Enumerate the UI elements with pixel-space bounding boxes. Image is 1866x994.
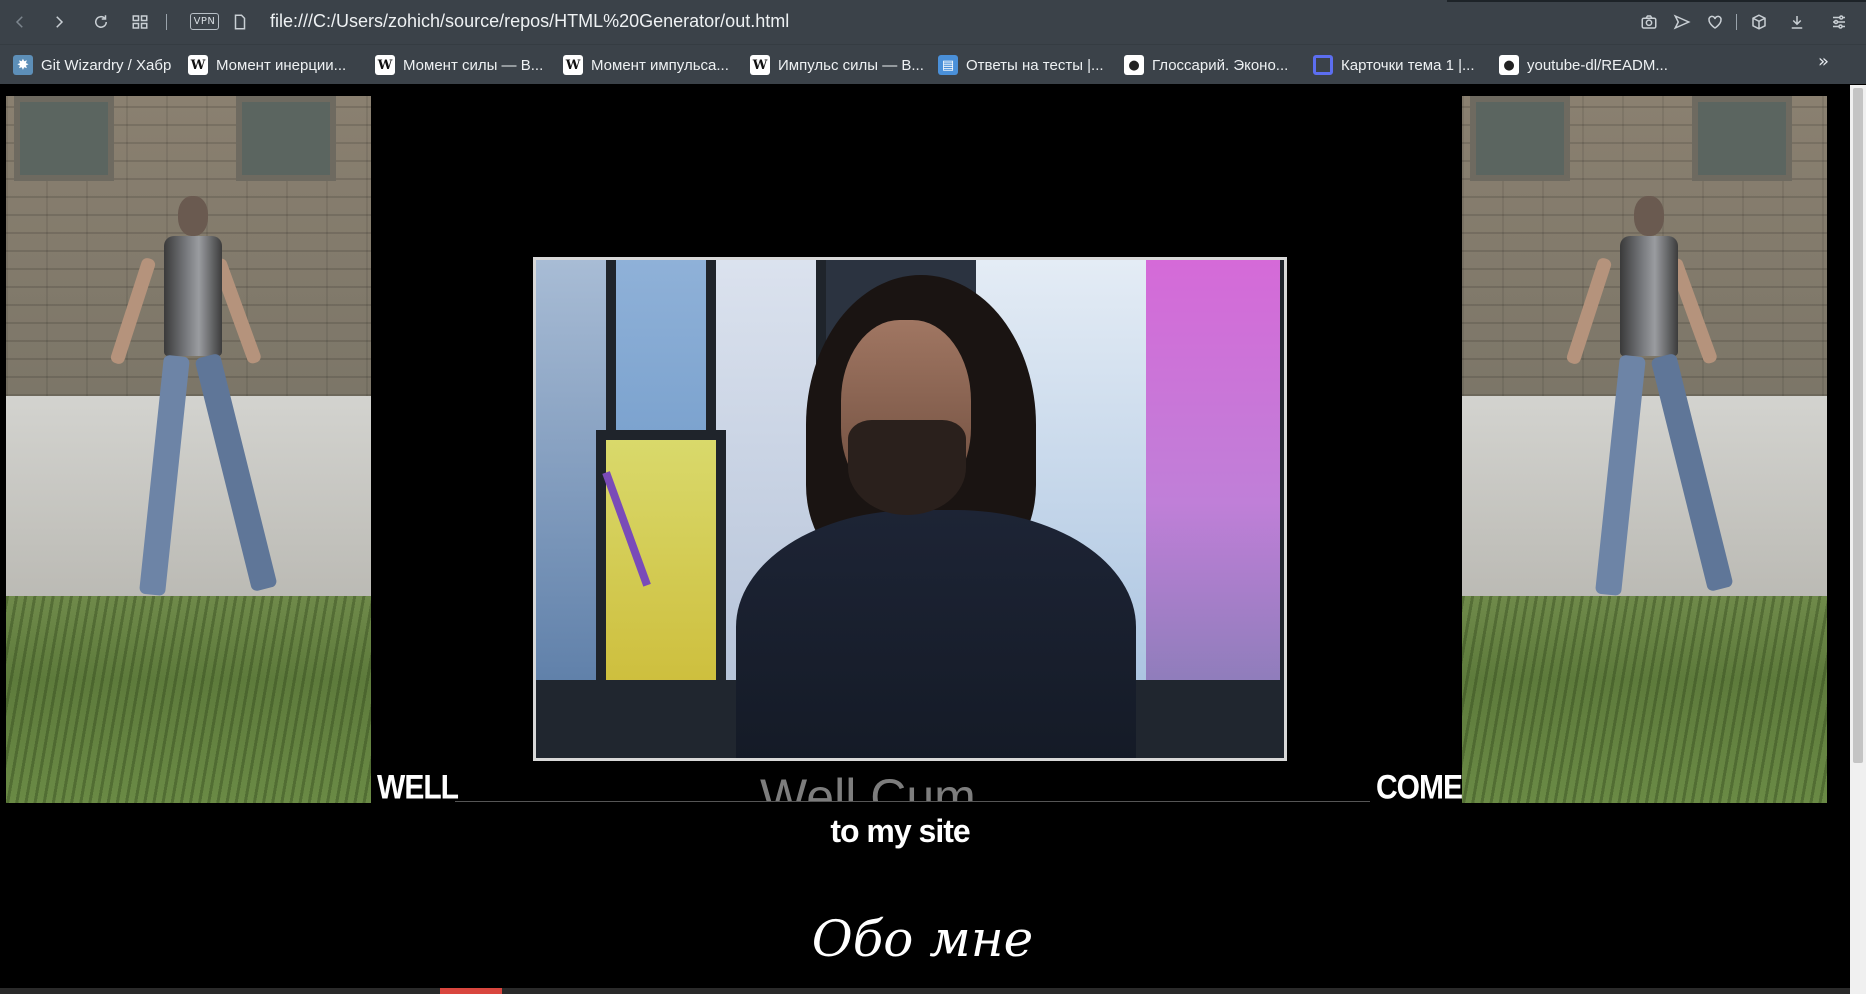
bookmark-item[interactable]: W Момент силы — В... — [375, 54, 543, 76]
send-icon — [1673, 14, 1691, 30]
bookmark-item[interactable]: W Момент инерции... — [188, 54, 346, 76]
speed-dial-button[interactable] — [128, 10, 152, 34]
center-photo — [533, 257, 1287, 761]
toolbar-divider — [1736, 14, 1737, 30]
bookmark-item[interactable]: Карточки тема 1 |... — [1313, 54, 1475, 76]
wikipedia-icon: W — [750, 55, 770, 75]
bookmark-label: Git Wizardry / Хабр — [41, 56, 172, 74]
grid-icon — [132, 15, 148, 29]
bookmark-label: Ответы на тесты |... — [966, 56, 1104, 74]
bookmark-label: youtube-dl/READM... — [1527, 56, 1668, 74]
cube-icon — [1752, 14, 1766, 30]
chevron-left-icon — [15, 16, 23, 28]
bookmark-item[interactable]: ✸ Git Wizardry / Хабр — [13, 54, 171, 76]
document-icon: ▤ — [938, 55, 958, 75]
welcome-word-right: COME — [1376, 768, 1463, 807]
github-icon: ● — [1499, 55, 1519, 75]
extensions-button[interactable] — [1748, 11, 1770, 33]
bookmark-label: Момент инерции... — [216, 56, 347, 74]
bookmark-label: Карточки тема 1 |... — [1341, 56, 1475, 74]
caption-divider — [455, 801, 1370, 802]
status-indicator — [440, 988, 502, 994]
toolbar-divider — [166, 14, 167, 30]
bookmark-label: Момент силы — В... — [403, 56, 544, 74]
sliders-icon — [1833, 15, 1845, 29]
bookmark-label: Глоссарий. Эконо... — [1152, 56, 1289, 74]
heart-icon — [1708, 15, 1722, 29]
download-icon — [1791, 16, 1803, 29]
wikipedia-icon: W — [188, 55, 208, 75]
bookmark-item[interactable]: ▤ Ответы на тесты |... — [938, 54, 1104, 76]
dancer-figure — [109, 196, 278, 803]
photo-caption: Well Cum — [760, 769, 976, 802]
send-button[interactable] — [1671, 11, 1693, 33]
welcome-word-left: WELL — [377, 768, 459, 807]
back-button[interactable] — [8, 10, 32, 34]
bottom-status-strip — [0, 988, 1850, 994]
wikipedia-icon: W — [375, 55, 395, 75]
bookmarks-bar: ✸ Git Wizardry / Хабр W Момент инерции..… — [0, 44, 1866, 84]
bookmark-item[interactable]: W Импульс силы — В... — [750, 54, 924, 76]
vpn-badge[interactable]: VPN — [190, 13, 219, 30]
wikipedia-icon: W — [563, 55, 583, 75]
page-info-button[interactable] — [228, 10, 252, 34]
bookmark-button[interactable] — [1704, 11, 1726, 33]
toolbar-accent — [1447, 0, 1866, 2]
reload-icon — [95, 15, 107, 28]
reload-button[interactable] — [89, 10, 113, 34]
bookmark-label: Импульс силы — В... — [778, 56, 924, 74]
left-dancing-gif — [6, 96, 371, 803]
bookmark-item[interactable]: W Момент импульса... — [563, 54, 729, 76]
easy-setup-button[interactable] — [1828, 11, 1850, 33]
bookmark-item[interactable]: ● Глоссарий. Эконо... — [1124, 54, 1288, 76]
bookmark-label: Момент импульса... — [591, 56, 729, 74]
more-bookmarks-button[interactable]: » — [1818, 51, 1829, 72]
github-icon: ● — [1124, 55, 1144, 75]
scrollbar-thumb[interactable] — [1853, 88, 1863, 763]
snapshot-button[interactable] — [1638, 11, 1660, 33]
habr-icon: ✸ — [13, 55, 33, 75]
bookmark-item[interactable]: ● youtube-dl/READM... — [1499, 54, 1668, 76]
quizlet-icon — [1313, 55, 1333, 75]
dancer-figure — [1565, 196, 1734, 803]
about-heading: Обо мне — [811, 910, 1034, 968]
browser-toolbar: VPN file:///C:/Users/zohich/source/repos… — [0, 0, 1866, 44]
right-dancing-gif — [1462, 96, 1827, 803]
file-icon — [234, 14, 246, 30]
address-bar[interactable]: file:///C:/Users/zohich/source/repos/HTM… — [270, 11, 789, 32]
site-subtitle: to my site — [830, 813, 970, 849]
forward-button[interactable] — [47, 10, 71, 34]
downloads-button[interactable] — [1786, 11, 1808, 33]
chevron-right-icon — [56, 16, 64, 28]
camera-icon — [1641, 15, 1657, 29]
